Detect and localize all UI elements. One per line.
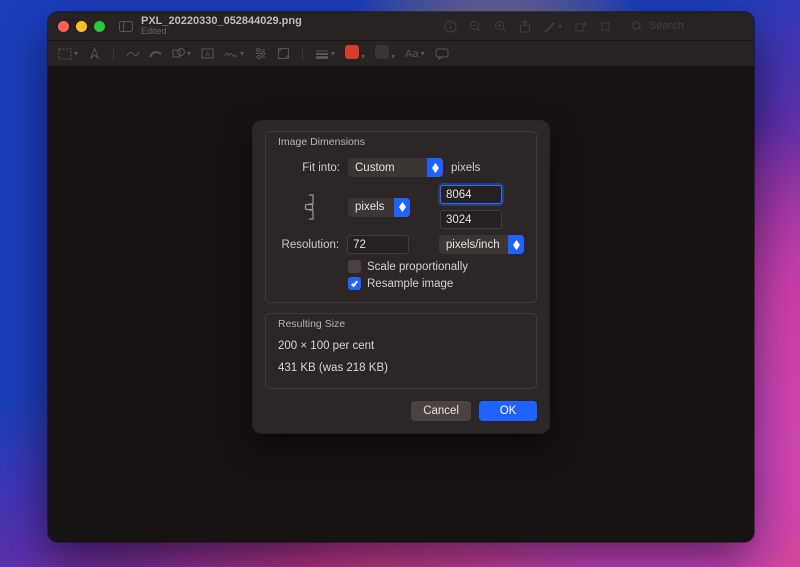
lock-aspect-icon[interactable] <box>302 192 316 222</box>
fit-into-value: Custom <box>355 162 395 174</box>
sidebar-toggle-icon[interactable] <box>119 21 133 32</box>
scale-proportionally-label: Scale proportionally <box>367 261 468 273</box>
fit-into-suffix: pixels <box>451 162 480 174</box>
image-dimensions-group: Image Dimensions Fit into: Custom pixels… <box>265 131 537 303</box>
resize-dialog: Image Dimensions Fit into: Custom pixels… <box>253 121 549 433</box>
markup-icon[interactable]: ▾ <box>543 20 562 33</box>
info-icon[interactable] <box>444 20 457 33</box>
cancel-button[interactable]: Cancel <box>411 401 471 421</box>
resulting-size-label: Resulting Size <box>278 318 524 330</box>
window-controls <box>58 21 105 32</box>
scale-proportionally-checkbox[interactable]: Scale proportionally <box>348 260 524 273</box>
sign-icon[interactable]: ▾ <box>224 48 244 59</box>
fullscreen-window-button[interactable] <box>94 21 105 32</box>
dimension-unit-select[interactable]: pixels <box>348 198 410 217</box>
select-stepper-icon <box>508 235 524 254</box>
select-stepper-icon <box>394 198 410 217</box>
result-filesize-text: 431 KB (was 218 KB) <box>278 362 524 374</box>
minimize-window-button[interactable] <box>76 21 87 32</box>
image-dimensions-label: Image Dimensions <box>278 136 524 148</box>
resolution-input[interactable] <box>347 235 409 254</box>
select-stepper-icon <box>427 158 443 177</box>
ok-button[interactable]: OK <box>479 401 537 421</box>
instant-alpha-icon[interactable] <box>88 47 101 60</box>
line-weight-icon[interactable]: ▾ <box>315 49 335 59</box>
edited-status-label: Edited <box>141 27 302 37</box>
fit-into-select[interactable]: Custom <box>348 158 443 177</box>
window-title: PXL_20220330_052844029.png Edited <box>141 15 302 37</box>
resample-image-checkbox[interactable]: Resample image <box>348 277 524 290</box>
checkbox-unchecked-icon <box>348 260 361 273</box>
fit-into-label: Fit into: <box>278 162 340 174</box>
annotate-icon[interactable] <box>435 48 449 60</box>
share-icon[interactable] <box>519 20 531 33</box>
fill-color-swatch[interactable]: ▾ <box>375 45 395 62</box>
crop-icon[interactable] <box>599 20 612 33</box>
text-icon[interactable]: A <box>201 48 214 59</box>
resolution-unit-select[interactable]: pixels/inch <box>439 235 524 254</box>
adjust-color-icon[interactable] <box>254 48 267 59</box>
sketch-icon[interactable] <box>126 48 139 59</box>
close-window-button[interactable] <box>58 21 69 32</box>
markup-toolbar: ▾ ▾ A ▾ ▾ ▾ ▾ Aa▾ <box>48 40 754 66</box>
height-input[interactable] <box>440 210 502 229</box>
toolbar-right: ▾ Search <box>444 18 744 34</box>
checkbox-checked-icon <box>348 277 361 290</box>
resample-image-label: Resample image <box>367 278 453 290</box>
search-input[interactable]: Search <box>624 18 744 34</box>
width-input[interactable] <box>440 185 502 204</box>
stroke-color-swatch[interactable]: ▾ <box>345 45 365 62</box>
text-style-icon[interactable]: Aa▾ <box>405 48 424 60</box>
result-dimensions-text: 200 × 100 per cent <box>278 340 524 352</box>
app-window: PXL_20220330_052844029.png Edited ▾ Sear… <box>48 12 754 542</box>
resulting-size-group: Resulting Size 200 × 100 per cent 431 KB… <box>265 313 537 389</box>
resolution-label: Resolution: <box>278 239 339 251</box>
zoom-out-icon[interactable] <box>469 20 482 33</box>
zoom-in-icon[interactable] <box>494 20 507 33</box>
titlebar: PXL_20220330_052844029.png Edited ▾ Sear… <box>48 12 754 40</box>
resolution-unit-value: pixels/inch <box>446 239 500 251</box>
search-icon <box>632 21 643 32</box>
rotate-icon[interactable] <box>574 20 587 33</box>
dimension-unit-value: pixels <box>355 201 384 213</box>
search-placeholder: Search <box>649 20 684 32</box>
svg-text:A: A <box>205 52 210 59</box>
shapes-icon[interactable]: ▾ <box>172 47 191 60</box>
draw-icon[interactable] <box>149 48 162 59</box>
adjust-size-icon[interactable] <box>277 47 290 60</box>
selection-tool-icon[interactable]: ▾ <box>58 48 78 60</box>
